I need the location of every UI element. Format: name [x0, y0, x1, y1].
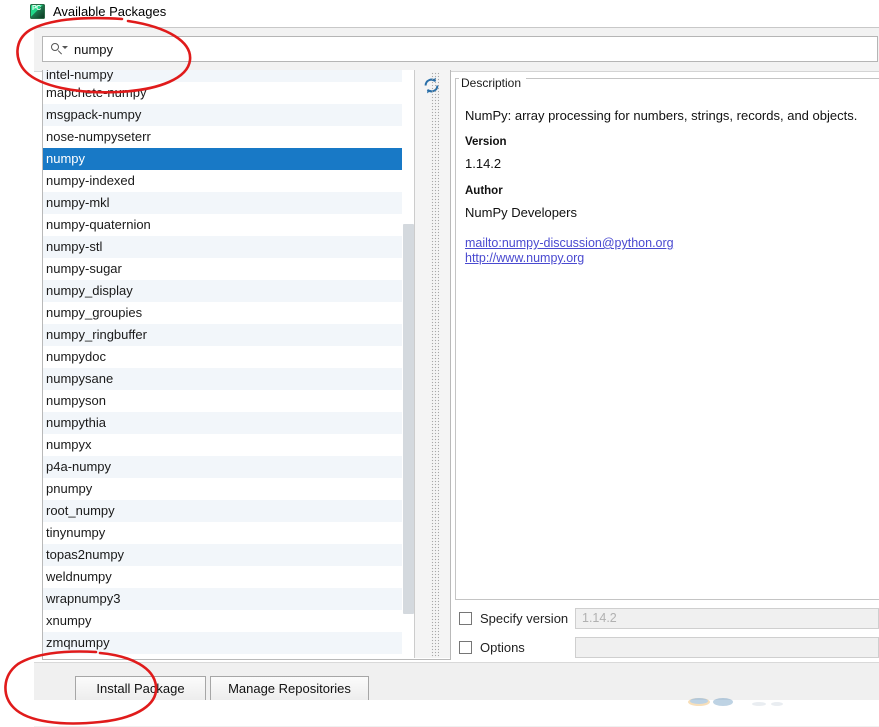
package-list-item[interactable]: numpysane [43, 368, 413, 390]
package-list-item[interactable]: msgpack-numpy [43, 104, 413, 126]
author-value: NumPy Developers [465, 205, 577, 220]
description-legend: Description [459, 77, 527, 89]
package-summary: NumPy: array processing for numbers, str… [465, 108, 858, 123]
options-field[interactable] [575, 636, 879, 658]
package-list-item[interactable]: intel-numpy [43, 70, 413, 82]
specify-version-row: Specify version 1.14.2 [455, 607, 879, 629]
package-list-panel: intel-numpy mapchete-numpy msgpack-numpy no… [42, 70, 451, 660]
package-list-item-selected[interactable]: numpy [43, 148, 413, 170]
version-value: 1.14.2 [465, 156, 502, 171]
package-list-item[interactable]: weldnumpy [43, 566, 413, 588]
package-list-item[interactable]: numpyson [43, 390, 413, 412]
specify-version-field[interactable]: 1.14.2 [575, 607, 879, 629]
page-title: Available Packages [53, 3, 167, 19]
package-list-item[interactable]: numpy_display [43, 280, 413, 302]
package-homepage-link[interactable]: http://www.numpy.org [465, 251, 875, 266]
package-list-item[interactable]: numpy_groupies [43, 302, 413, 324]
package-list-item[interactable]: numpyx [43, 434, 413, 456]
package-list-item[interactable]: numpy-stl [43, 236, 413, 258]
specify-version-checkbox[interactable] [459, 611, 472, 625]
package-list-item[interactable]: numpy-mkl [43, 192, 413, 214]
search-input[interactable]: numpy [42, 36, 878, 62]
package-list-item[interactable]: tinynumpy [43, 522, 413, 544]
package-list-item[interactable]: numpy_ringbuffer [43, 324, 413, 346]
window-titlebar: PC Available Packages [0, 0, 879, 22]
options-checkbox[interactable] [459, 640, 472, 654]
scrollbar-thumb[interactable] [403, 224, 414, 614]
package-list-item[interactable]: pnumpy [43, 478, 413, 500]
package-list-item[interactable]: root_numpy [43, 500, 413, 522]
splitter-handle[interactable] [431, 72, 439, 658]
package-list-item[interactable]: numpy-quaternion [43, 214, 413, 236]
search-icon[interactable] [51, 42, 68, 56]
package-list-item[interactable]: numpy-indexed [43, 170, 413, 192]
package-list-item[interactable]: numpythia [43, 412, 413, 434]
package-list[interactable]: intel-numpy mapchete-numpy msgpack-numpy no… [43, 70, 413, 658]
package-list-item[interactable]: mapchete-numpy [43, 82, 413, 104]
package-list-item[interactable]: xnumpy [43, 610, 413, 632]
install-package-button[interactable]: Install Package [75, 676, 206, 701]
author-label: Author [465, 185, 503, 197]
package-list-item[interactable]: p4a-numpy [43, 456, 413, 478]
description-content: NumPy: array processing for numbers, str… [465, 108, 875, 266]
pycharm-icon: PC [30, 3, 45, 19]
pycharm-icon-label: PC [32, 4, 41, 12]
description-links: mailto:numpy-discussion@python.org http:… [465, 236, 875, 266]
watermark-logo [685, 694, 805, 726]
package-email-link[interactable]: mailto:numpy-discussion@python.org [465, 236, 875, 251]
options-row: Options [455, 636, 879, 658]
package-list-item[interactable]: zmqnumpy [43, 632, 413, 654]
left-gutter [0, 22, 34, 726]
package-list-item[interactable]: topas2numpy [43, 544, 413, 566]
manage-repositories-button[interactable]: Manage Repositories [210, 676, 369, 701]
version-label: Version [465, 136, 507, 148]
install-options: Specify version 1.14.2 Options [455, 604, 879, 662]
search-input-value: numpy [74, 41, 114, 57]
options-label: Options [480, 639, 525, 655]
package-list-item[interactable]: nose-numpyseterr [43, 126, 413, 148]
specify-version-label: Specify version [480, 610, 569, 626]
package-list-item[interactable]: wrapnumpy3 [43, 588, 413, 610]
package-list-item[interactable]: numpydoc [43, 346, 413, 368]
package-list-item[interactable]: numpy-sugar [43, 258, 413, 280]
